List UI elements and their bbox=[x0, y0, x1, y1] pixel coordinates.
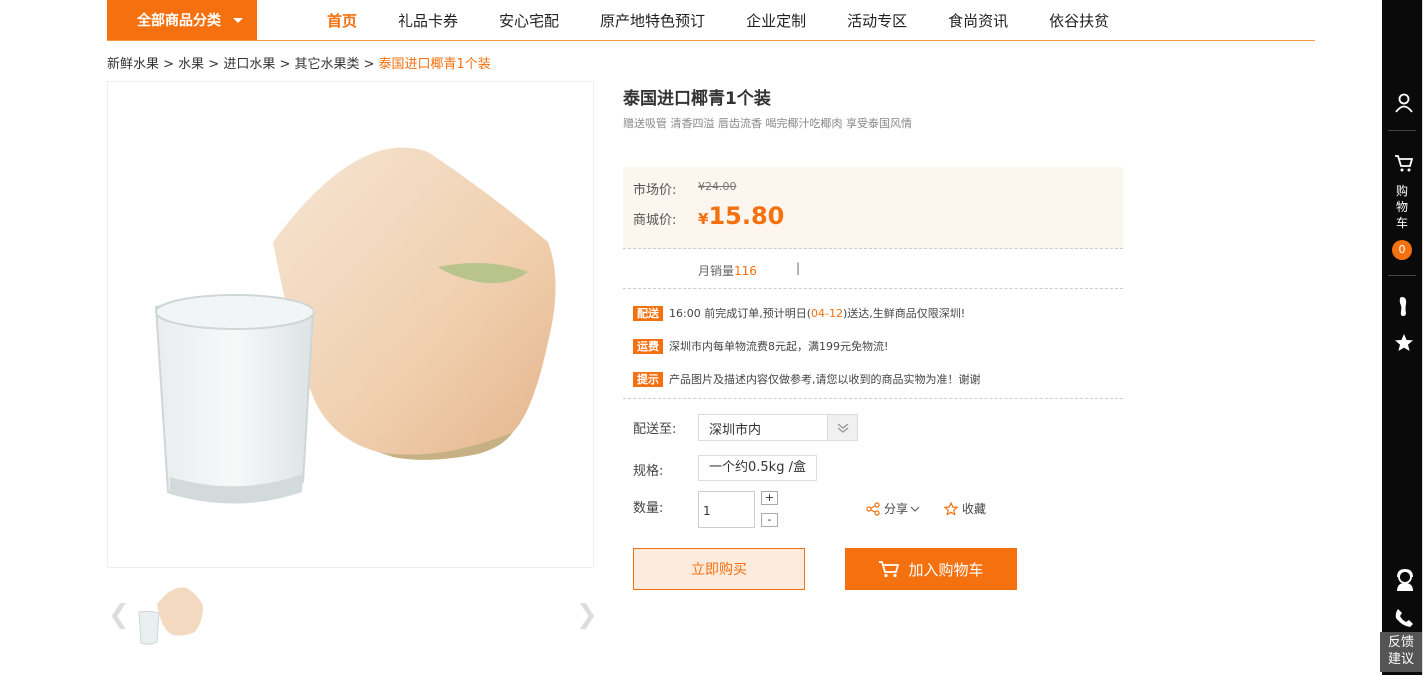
nav-items: 首页 礼品卡券 安心宅配 原产地特色预订 企业定制 活动专区 食尚资讯 依谷扶贫 bbox=[327, 0, 1150, 40]
shipping-fee-tag: 运费 bbox=[633, 338, 663, 354]
share-label: 分享 bbox=[884, 502, 909, 516]
chevron-right-icon[interactable]: ❯ bbox=[576, 600, 598, 630]
delivery-tag: 配送 bbox=[633, 305, 663, 321]
sidebar-cart-char-2: 物 bbox=[1395, 200, 1408, 214]
market-price-label: 市场价: bbox=[633, 183, 677, 198]
sidebar-cart-char-3: 车 bbox=[1395, 216, 1408, 230]
page-scrollbar[interactable] bbox=[1422, 0, 1427, 675]
favorites-star-icon[interactable] bbox=[1394, 333, 1414, 353]
shop-price-value: 15.80 bbox=[708, 202, 785, 230]
sidebar-cart-char-1: 购 bbox=[1395, 184, 1408, 198]
shipping-fee-text: 深圳市内每单物流费8元起，满199元免物流! bbox=[669, 340, 889, 353]
product-title: 泰国进口椰青1个装 bbox=[623, 89, 771, 109]
feedback-label-1: 反馈 bbox=[1387, 635, 1414, 650]
cart-count-badge: 0 bbox=[1392, 240, 1412, 260]
top-nav: 全部商品分类 首页 礼品卡券 安心宅配 原产地特色预订 企业定制 活动专区 食尚… bbox=[107, 0, 1315, 41]
spec-option[interactable]: 一个约0.5kg /盒 bbox=[698, 455, 817, 481]
sidebar-cart-icon[interactable] bbox=[1394, 153, 1414, 173]
phone-icon[interactable] bbox=[1394, 608, 1414, 628]
right-sidebar: 购 物 车 0 bbox=[1382, 0, 1427, 675]
buy-now-button[interactable]: 立即购买 bbox=[633, 548, 805, 590]
page: 全部商品分类 首页 礼品卡券 安心宅配 原产地特色预订 企业定制 活动专区 食尚… bbox=[0, 0, 1427, 675]
coconut-image bbox=[154, 147, 556, 504]
nav-item-home-delivery[interactable]: 安心宅配 bbox=[499, 10, 559, 31]
monthly-sales: 月销量116 bbox=[698, 262, 757, 279]
feedback-button[interactable]: 反馈 建议 bbox=[1380, 632, 1422, 672]
breadcrumb-current: 泰国进口椰青1个装 bbox=[378, 57, 491, 72]
buy-now-label: 立即购买 bbox=[691, 562, 747, 578]
product-thumbnail[interactable] bbox=[135, 582, 205, 648]
quantity-input[interactable]: 1 bbox=[698, 491, 755, 528]
favorite-label: 收藏 bbox=[962, 502, 987, 516]
breadcrumb-path[interactable]: 新鲜水果 > 水果 > 进口水果 > 其它水果类 > bbox=[107, 57, 375, 72]
sales-divider: | bbox=[796, 261, 801, 275]
sales-row: 月销量116 | bbox=[623, 249, 1123, 289]
nav-item-enterprise[interactable]: 企业定制 bbox=[746, 10, 806, 31]
double-chevron-down-icon[interactable] bbox=[827, 415, 857, 440]
ship-to-label: 配送至: bbox=[633, 422, 677, 437]
sidebar-divider bbox=[1388, 130, 1416, 131]
sidebar-cart-label[interactable]: 购 物 车 bbox=[1382, 183, 1422, 231]
cart-icon bbox=[879, 561, 900, 578]
add-to-cart-button[interactable]: 加入购物车 bbox=[845, 548, 1017, 590]
add-to-cart-label: 加入购物车 bbox=[908, 560, 984, 579]
coconut-thumb-image bbox=[138, 587, 203, 645]
nav-item-news[interactable]: 食尚资讯 bbox=[948, 10, 1008, 31]
shop-price-label: 商城价: bbox=[633, 213, 677, 228]
star-icon bbox=[944, 501, 958, 516]
nav-item-origin-preorder[interactable]: 原产地特色预订 bbox=[600, 10, 705, 31]
ship-to-value: 深圳市内 bbox=[709, 423, 762, 438]
all-categories-button[interactable]: 全部商品分类 bbox=[107, 0, 257, 40]
delivery-note: 配送 16:00 前完成订单,预计明日(04-12)送达,生鲜商品仅限深圳! bbox=[633, 305, 965, 321]
notice-list: 配送 16:00 前完成订单,预计明日(04-12)送达,生鲜商品仅限深圳! 运… bbox=[623, 289, 1123, 399]
product-main-image bbox=[107, 81, 594, 568]
quantity-plus-button[interactable]: + bbox=[761, 491, 778, 505]
nav-item-home[interactable]: 首页 bbox=[327, 10, 357, 31]
market-price: ¥24.00 bbox=[698, 180, 737, 193]
ship-to-select[interactable]: 深圳市内 bbox=[698, 414, 858, 441]
monthly-sales-value: 116 bbox=[734, 264, 757, 278]
feedback-label-2: 建议 bbox=[1387, 652, 1414, 667]
chevron-down-icon bbox=[910, 506, 920, 512]
tip-tag: 提示 bbox=[633, 371, 663, 387]
share-button[interactable]: 分享 bbox=[866, 500, 920, 517]
user-icon[interactable] bbox=[1394, 93, 1414, 113]
share-icon bbox=[866, 501, 880, 516]
delivery-date: 04-12 bbox=[810, 306, 843, 320]
quantity-minus-button[interactable]: - bbox=[761, 513, 778, 527]
caret-down-icon bbox=[233, 17, 243, 23]
shipping-fee-note: 运费 深圳市内每单物流费8元起，满199元免物流! bbox=[633, 338, 888, 354]
nav-item-events[interactable]: 活动专区 bbox=[847, 10, 907, 31]
price-box: 市场价: ¥24.00 商城价: ¥15.80 bbox=[623, 167, 1123, 249]
favorite-button[interactable]: 收藏 bbox=[944, 500, 986, 517]
sidebar-divider bbox=[1388, 275, 1416, 276]
chevron-left-icon[interactable]: ❮ bbox=[108, 600, 130, 630]
shop-price: ¥15.80 bbox=[698, 202, 784, 230]
tip-note: 提示 产品图片及描述内容仅做参考,请您以收到的商品实物为准！谢谢 bbox=[633, 371, 981, 387]
delivery-text-before: 16:00 前完成订单,预计明日( bbox=[669, 307, 811, 320]
nav-item-poverty-relief[interactable]: 依谷扶贫 bbox=[1049, 10, 1109, 31]
customer-service-icon[interactable] bbox=[1394, 568, 1416, 592]
all-categories-label: 全部商品分类 bbox=[137, 13, 221, 29]
monthly-sales-label: 月销量 bbox=[698, 264, 735, 278]
product-subtitle: 赠送吸管 清香四溢 唇齿流香 喝完椰汁吃椰肉 享受泰国风情 bbox=[623, 117, 912, 130]
nav-item-gift-cards[interactable]: 礼品卡券 bbox=[398, 10, 458, 31]
quantity-label: 数量: bbox=[633, 501, 664, 516]
currency-symbol: ¥ bbox=[698, 210, 709, 228]
footprint-icon[interactable] bbox=[1394, 295, 1414, 317]
breadcrumb: 新鲜水果 > 水果 > 进口水果 > 其它水果类 > 泰国进口椰青1个装 bbox=[107, 53, 491, 72]
tip-text: 产品图片及描述内容仅做参考,请您以收到的商品实物为准！谢谢 bbox=[669, 373, 981, 386]
spec-label: 规格: bbox=[633, 464, 664, 479]
delivery-text-after: )送达,生鲜商品仅限深圳! bbox=[842, 307, 966, 320]
